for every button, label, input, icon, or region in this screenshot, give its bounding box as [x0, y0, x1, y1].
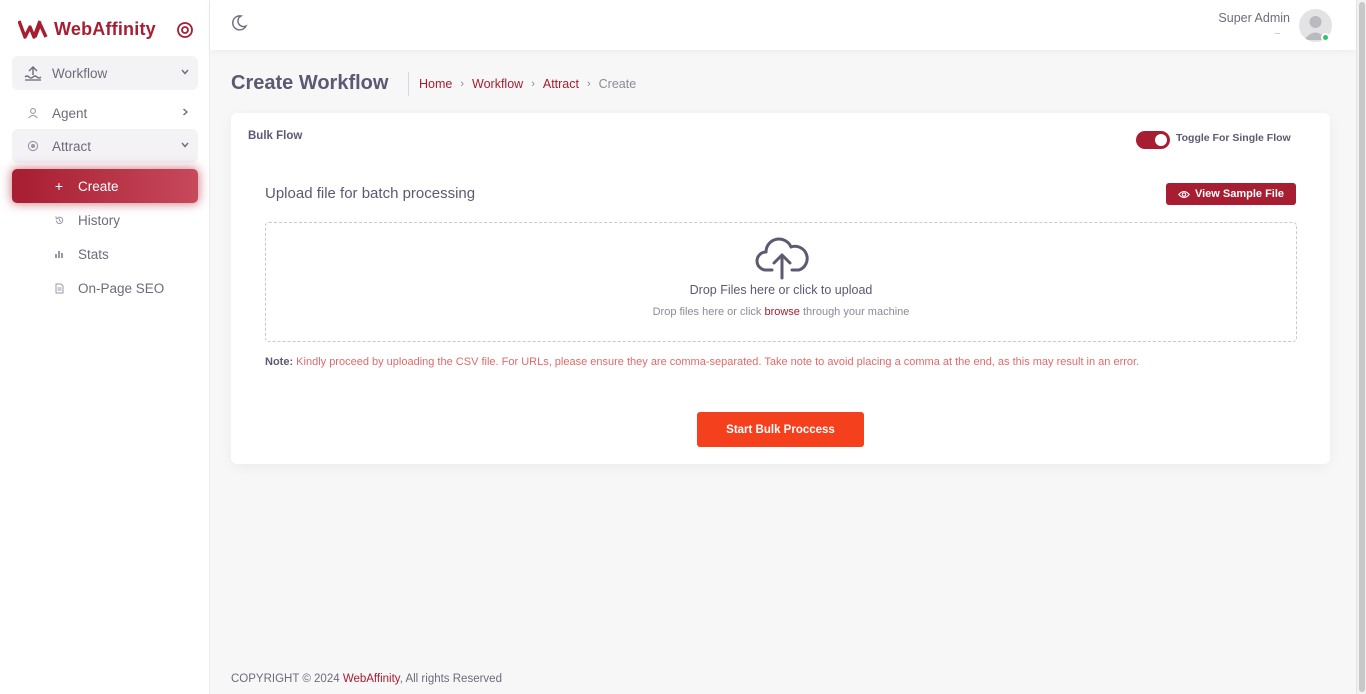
toggle-label: Toggle For Single Flow: [1176, 132, 1291, 144]
user-role: –: [1274, 28, 1280, 39]
sidebar-item-label: Create: [78, 178, 119, 194]
dropzone-subtitle-end: through your machine: [799, 306, 910, 318]
footer: COPYRIGHT © 2024 WebAffinity, All rights…: [231, 673, 502, 685]
upload-cloud-icon: [755, 237, 809, 280]
file-dropzone[interactable]: Drop Files here or click to upload Drop …: [265, 222, 1297, 342]
workflow-icon: [24, 65, 42, 81]
sidebar-collapse-icon[interactable]: [176, 21, 194, 39]
breadcrumb-create: Create: [598, 77, 637, 91]
plus-icon: +: [54, 178, 64, 194]
chevron-right-icon: ›: [531, 78, 535, 90]
upload-note: Note: Kindly proceed by uploading the CS…: [265, 356, 1139, 368]
sidebar-item-agent[interactable]: Agent: [12, 96, 198, 130]
sidebar-item-label: History: [78, 212, 121, 228]
sidebar-item-label: Agent: [52, 105, 88, 121]
breadcrumb-home[interactable]: Home: [419, 77, 452, 91]
moon-icon[interactable]: [230, 14, 248, 32]
page-title: Create Workflow: [231, 72, 389, 94]
sidebar-item-label: Stats: [78, 246, 109, 262]
copyright-text: COPYRIGHT © 2024: [231, 673, 343, 685]
sidebar-item-workflow[interactable]: Workflow: [12, 56, 198, 90]
document-icon: [52, 283, 66, 294]
breadcrumb: Home › Workflow › Attract › Create: [408, 72, 636, 96]
sidebar-item-history[interactable]: History: [12, 203, 198, 237]
sidebar-item-create[interactable]: + Create: [12, 169, 198, 203]
note-label: Note:: [265, 356, 294, 368]
view-sample-file-button[interactable]: View Sample File: [1166, 183, 1296, 205]
upload-heading: Upload file for batch processing: [265, 185, 476, 202]
online-status-dot: [1321, 33, 1330, 42]
chevron-right-icon: ›: [586, 78, 591, 90]
note-text: Kindly proceed by uploading the CSV file…: [296, 356, 1140, 368]
chevron-down-icon: [181, 142, 189, 148]
breadcrumb-attract[interactable]: Attract: [543, 77, 579, 91]
sidebar-item-label: On-Page SEO: [78, 280, 165, 296]
bulk-flow-card: Bulk Flow Toggle For Single Flow Upload …: [231, 113, 1330, 464]
sidebar-item-attract[interactable]: Attract: [12, 129, 198, 163]
user-name[interactable]: Super Admin: [1218, 11, 1290, 25]
dropzone-subtitle-start: Drop files here or click: [652, 306, 765, 318]
page-scrollbar[interactable]: [1356, 0, 1366, 694]
single-flow-toggle[interactable]: [1136, 131, 1170, 149]
eye-icon: [1178, 190, 1190, 198]
rights-text: , All rights Reserved: [399, 673, 502, 685]
sidebar-item-on-page-seo[interactable]: On-Page SEO: [12, 271, 198, 305]
top-navbar: Super Admin –: [210, 0, 1356, 50]
chevron-right-icon: ›: [460, 78, 465, 90]
toggle-knob: [1155, 134, 1167, 146]
section-label: Bulk Flow: [248, 130, 303, 142]
sidebar-item-stats[interactable]: Stats: [12, 237, 198, 271]
browse-link[interactable]: browse: [764, 306, 799, 318]
person-icon: [24, 107, 42, 119]
bar-chart-icon: [52, 249, 66, 259]
sidebar: WebAffinity Workflow Agent Attract + Cre…: [0, 0, 210, 694]
chevron-down-icon: [181, 69, 189, 75]
sidebar-item-label: Attract: [52, 138, 92, 154]
webaffinity-logo-icon: [18, 20, 48, 39]
brand-name: WebAffinity: [54, 18, 156, 39]
scrollbar-thumb[interactable]: [1359, 2, 1365, 692]
footer-brand-link[interactable]: WebAffinity: [343, 673, 400, 685]
brand-logo[interactable]: WebAffinity: [18, 18, 156, 40]
dropzone-title: Drop Files here or click to upload: [689, 283, 873, 297]
sidebar-item-label: Workflow: [52, 65, 108, 81]
history-icon: [52, 215, 66, 226]
start-bulk-process-button[interactable]: Start Bulk Proccess: [697, 412, 864, 447]
target-icon: [24, 140, 42, 152]
chevron-right-icon: [183, 108, 189, 116]
breadcrumb-workflow[interactable]: Workflow: [472, 77, 523, 91]
dropzone-subtitle: Drop files here or click browse through …: [266, 306, 1296, 318]
view-sample-file-label: View Sample File: [1194, 188, 1285, 200]
